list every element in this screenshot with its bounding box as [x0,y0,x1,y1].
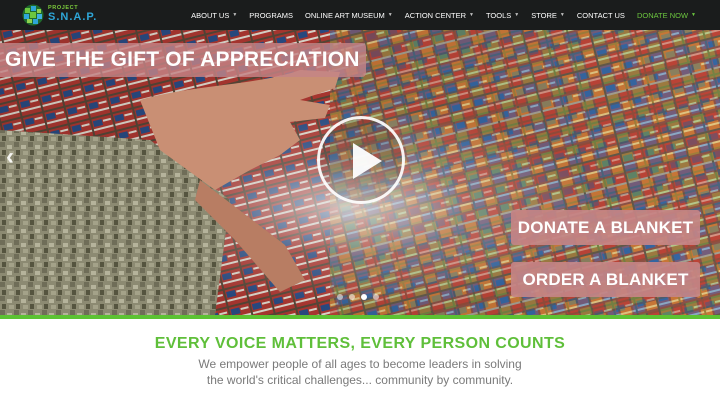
nav-item-donate-now[interactable]: DONATE NOW ▼ [637,11,696,20]
nav-item-label: ACTION CENTER [404,10,467,20]
nav-item-label: ONLINE ART MUSEUM [305,10,385,20]
section-divider [0,315,720,319]
logo-big-text: S.N.A.P. [48,11,98,23]
chevron-down-icon: ▼ [469,12,474,18]
hero-headline: GIVE THE GIFT OF APPRECIATION [0,43,366,77]
nav-item-store[interactable]: STORE ▼ [531,11,565,20]
nav-item-tools[interactable]: TOOLS ▼ [486,11,519,20]
order-blanket-button[interactable]: ORDER A BLANKET [511,262,700,297]
nav-item-label: ABOUT US [191,10,230,20]
main-menu: ABOUT US ▼ PROGRAMS ONLINE ART MUSEUM ▼ AC… [179,0,696,30]
site-logo[interactable]: PROJECT S.N.A.P. [22,3,122,27]
chevron-down-icon: ▼ [232,12,238,18]
nav-item-contact-us[interactable]: CONTACT US [577,11,625,20]
nav-item-label: PROGRAMS [249,10,294,20]
slider-dot[interactable] [373,294,379,300]
top-navigation-bar: PROJECT S.N.A.P. ABOUT US ▼ PROGRAMS ONLI… [0,0,720,30]
slider-dot-active[interactable] [361,294,367,300]
chevron-down-icon: ▼ [691,12,696,18]
chevron-down-icon: ▼ [387,12,393,18]
play-video-button[interactable] [317,116,405,204]
globe-logo-icon [22,4,44,26]
tagline-text-line-2: the world's critical challenges... commu… [206,373,514,387]
slider-dot[interactable] [337,294,343,300]
donate-blanket-button[interactable]: DONATE A BLANKET [511,210,700,245]
nav-item-label: CONTACT US [576,10,625,20]
tagline-text-line-1: We empower people of all ages to become … [198,357,522,371]
nav-item-online-art-museum[interactable]: ONLINE ART MUSEUM ▼ [305,11,393,20]
chevron-left-icon[interactable]: ‹ [6,143,14,171]
chevron-down-icon: ▼ [559,12,565,18]
nav-item-programs[interactable]: PROGRAMS [249,11,293,20]
nav-item-label: DONATE NOW [636,10,689,20]
nav-item-action-center[interactable]: ACTION CENTER ▼ [405,11,474,20]
hero-slider: GIVE THE GIFT OF APPRECIATION ‹ DONATE A… [0,30,720,315]
slider-dot[interactable] [349,294,355,300]
nav-item-about-us[interactable]: ABOUT US ▼ [191,11,237,20]
chevron-down-icon: ▼ [514,12,520,18]
slider-pagination [337,294,385,300]
tagline-heading: EVERY VOICE MATTERS, EVERY PERSON COUNTS [154,335,566,352]
nav-item-label: TOOLS [485,10,512,20]
play-icon [353,143,382,179]
nav-item-label: STORE [531,10,557,20]
